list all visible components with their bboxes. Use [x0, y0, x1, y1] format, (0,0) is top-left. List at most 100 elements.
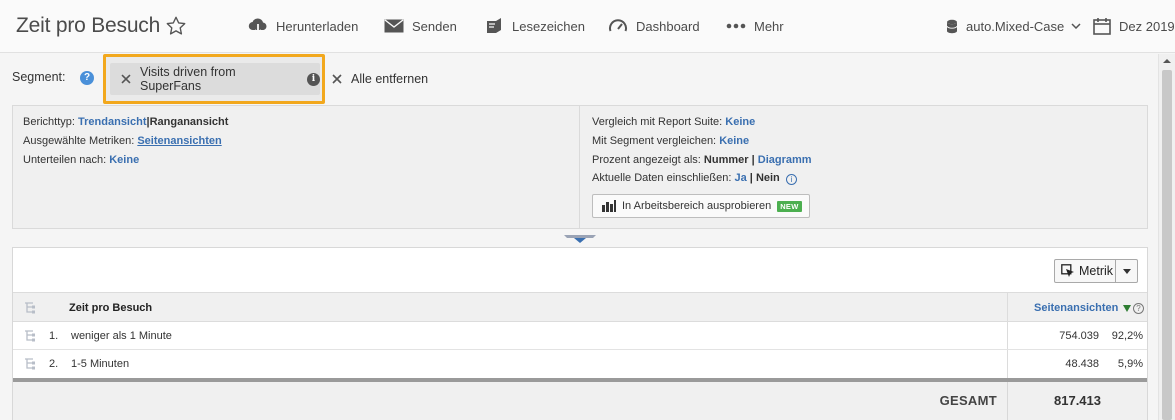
table-row[interactable]: 1. weniger als 1 Minute 754.039 92,2%: [13, 322, 1147, 350]
send-button[interactable]: Senden: [384, 16, 457, 36]
chevron-down-icon: [1122, 268, 1131, 274]
ellipsis-icon: [726, 23, 746, 29]
row-percent: 5,9%: [1117, 358, 1143, 370]
database-icon: [946, 19, 958, 33]
metrics-link[interactable]: Seitenansichten: [137, 135, 221, 147]
report-table-card: Metrik Zeit pro Besuch Seitenansichten ?…: [12, 247, 1148, 420]
compare-segment-link[interactable]: Keine: [719, 135, 749, 147]
download-button[interactable]: Herunterladen: [248, 16, 358, 36]
metric-dropdown-toggle[interactable]: [1116, 259, 1138, 283]
new-badge: NEW: [777, 200, 802, 212]
page-title: Zeit pro Besuch: [16, 14, 161, 37]
report-suite-selector[interactable]: auto.Mixed-Case: [946, 16, 1089, 36]
compare-segment-label: Mit Segment vergleichen:: [592, 135, 717, 147]
workspace-icon: [602, 200, 616, 212]
download-cloud-icon: [248, 18, 267, 35]
date-label: Dez 2019: [1119, 18, 1175, 34]
scroll-up-icon[interactable]: [1163, 58, 1171, 64]
current-data-yes-link[interactable]: Ja: [734, 172, 746, 184]
panel-divider: [579, 106, 580, 228]
segment-bar: Segment: ? Visits driven from SuperFans …: [0, 54, 1158, 104]
percent-number-option: Nummer: [703, 154, 749, 166]
segment-chip[interactable]: Visits driven from SuperFans i: [110, 63, 320, 95]
percent-chart-link[interactable]: Diagramm: [758, 154, 812, 166]
ranked-view-option: Ranganansicht: [149, 116, 229, 128]
report-suite-label: auto.Mixed-Case: [966, 18, 1065, 34]
metric-column-header[interactable]: Seitenansichten: [1034, 302, 1118, 314]
send-label: Senden: [412, 18, 457, 34]
info-icon[interactable]: i: [785, 174, 797, 185]
row-number: 1.: [49, 330, 59, 342]
cursor-icon: [1061, 263, 1074, 277]
calendar-icon: [1093, 18, 1111, 35]
row-value: 48.438: [1065, 358, 1099, 370]
chevron-down-icon: [1071, 23, 1081, 29]
metrics-line: Ausgewählte Metriken: Seitenansichten: [23, 135, 222, 147]
row-label[interactable]: weniger als 1 Minute: [71, 330, 172, 342]
star-icon[interactable]: [165, 15, 187, 37]
total-label: GESAMT: [939, 393, 997, 408]
envelope-icon: [384, 19, 404, 33]
separator: |: [749, 172, 753, 184]
remove-all-label: Alle entfernen: [351, 72, 429, 86]
breakdown-link[interactable]: Keine: [109, 154, 139, 166]
report-type-line: Berichttyp: Trendansicht|Ranganansicht: [23, 116, 228, 128]
total-row: GESAMT 817.413: [13, 382, 1147, 420]
separator: |: [751, 154, 755, 166]
tree-icon[interactable]: [24, 358, 36, 370]
compare-suite-label: Vergleich mit Report Suite:: [592, 116, 723, 128]
percent-label: Prozent angezeigt als:: [592, 154, 701, 166]
metric-button[interactable]: Metrik: [1054, 259, 1116, 283]
metric-button-group: Metrik: [1054, 259, 1138, 283]
row-label[interactable]: 1-5 Minuten: [71, 358, 129, 370]
dashboard-label: Dashboard: [636, 18, 700, 34]
close-icon: [332, 74, 342, 84]
percent-display-line: Prozent angezeigt als: Nummer | Diagramm: [592, 154, 812, 166]
more-button[interactable]: Mehr: [726, 16, 784, 36]
gauge-icon: [609, 19, 627, 32]
close-icon[interactable]: [121, 74, 131, 84]
row-number: 2.: [49, 358, 59, 370]
sort-descending-icon[interactable]: [1123, 305, 1131, 312]
dashboard-button[interactable]: Dashboard: [608, 16, 700, 36]
breakdown-label: Unterteilen nach:: [23, 154, 107, 166]
metrics-label: Ausgewählte Metriken:: [23, 135, 135, 147]
table-header: Zeit pro Besuch Seitenansichten ?: [13, 292, 1147, 322]
date-range-selector[interactable]: Dez 2019: [1093, 16, 1175, 36]
table-row[interactable]: 2. 1-5 Minuten 48.438 5,9%: [13, 350, 1147, 378]
trend-view-link[interactable]: Trendansicht: [78, 116, 146, 128]
help-icon[interactable]: ?: [80, 71, 94, 85]
scrollbar-thumb[interactable]: [1162, 70, 1172, 420]
bookmark-label: Lesezeichen: [512, 18, 585, 34]
collapse-panel-handle[interactable]: [564, 234, 596, 244]
remove-all-segments-button[interactable]: Alle entfernen: [332, 72, 428, 86]
dimension-column-header: Zeit pro Besuch: [69, 302, 153, 314]
more-label: Mehr: [754, 18, 784, 34]
compare-segment-line: Mit Segment vergleichen: Keine: [592, 135, 749, 147]
breakdown-line: Unterteilen nach: Keine: [23, 154, 139, 166]
bookmark-button[interactable]: Lesezeichen: [484, 16, 585, 36]
column-separator: [1007, 382, 1008, 420]
download-label: Herunterladen: [276, 18, 359, 34]
report-header: Zeit pro Besuch Herunterladen Senden Les…: [0, 0, 1175, 53]
report-settings-panel: Berichttyp: Trendansicht|Ranganansicht A…: [12, 105, 1148, 229]
try-workspace-button[interactable]: In Arbeitsbereich ausprobieren NEW: [592, 194, 810, 218]
current-data-label: Aktuelle Daten einschließen:: [592, 172, 732, 184]
tree-icon[interactable]: [24, 302, 36, 314]
tree-icon[interactable]: [24, 330, 36, 342]
segment-chip-label: Visits driven from SuperFans: [139, 65, 236, 93]
segment-label: Segment:: [12, 70, 66, 84]
info-icon[interactable]: i: [307, 72, 320, 86]
metric-button-label: Metrik: [1079, 264, 1114, 278]
report-type-label: Berichttyp:: [23, 116, 75, 128]
row-percent: 92,2%: [1111, 330, 1143, 342]
total-value: 817.413: [1054, 393, 1101, 408]
compare-suite-link[interactable]: Keine: [725, 116, 755, 128]
current-data-line: Aktuelle Daten einschließen: Ja | Nein i: [592, 172, 797, 185]
compare-suite-line: Vergleich mit Report Suite: Keine: [592, 116, 755, 128]
help-icon[interactable]: ?: [1133, 303, 1144, 314]
bookmark-icon: [487, 18, 501, 33]
current-data-no-option: Nein: [755, 172, 780, 184]
row-value: 754.039: [1059, 330, 1099, 342]
vertical-scrollbar[interactable]: [1158, 54, 1175, 420]
